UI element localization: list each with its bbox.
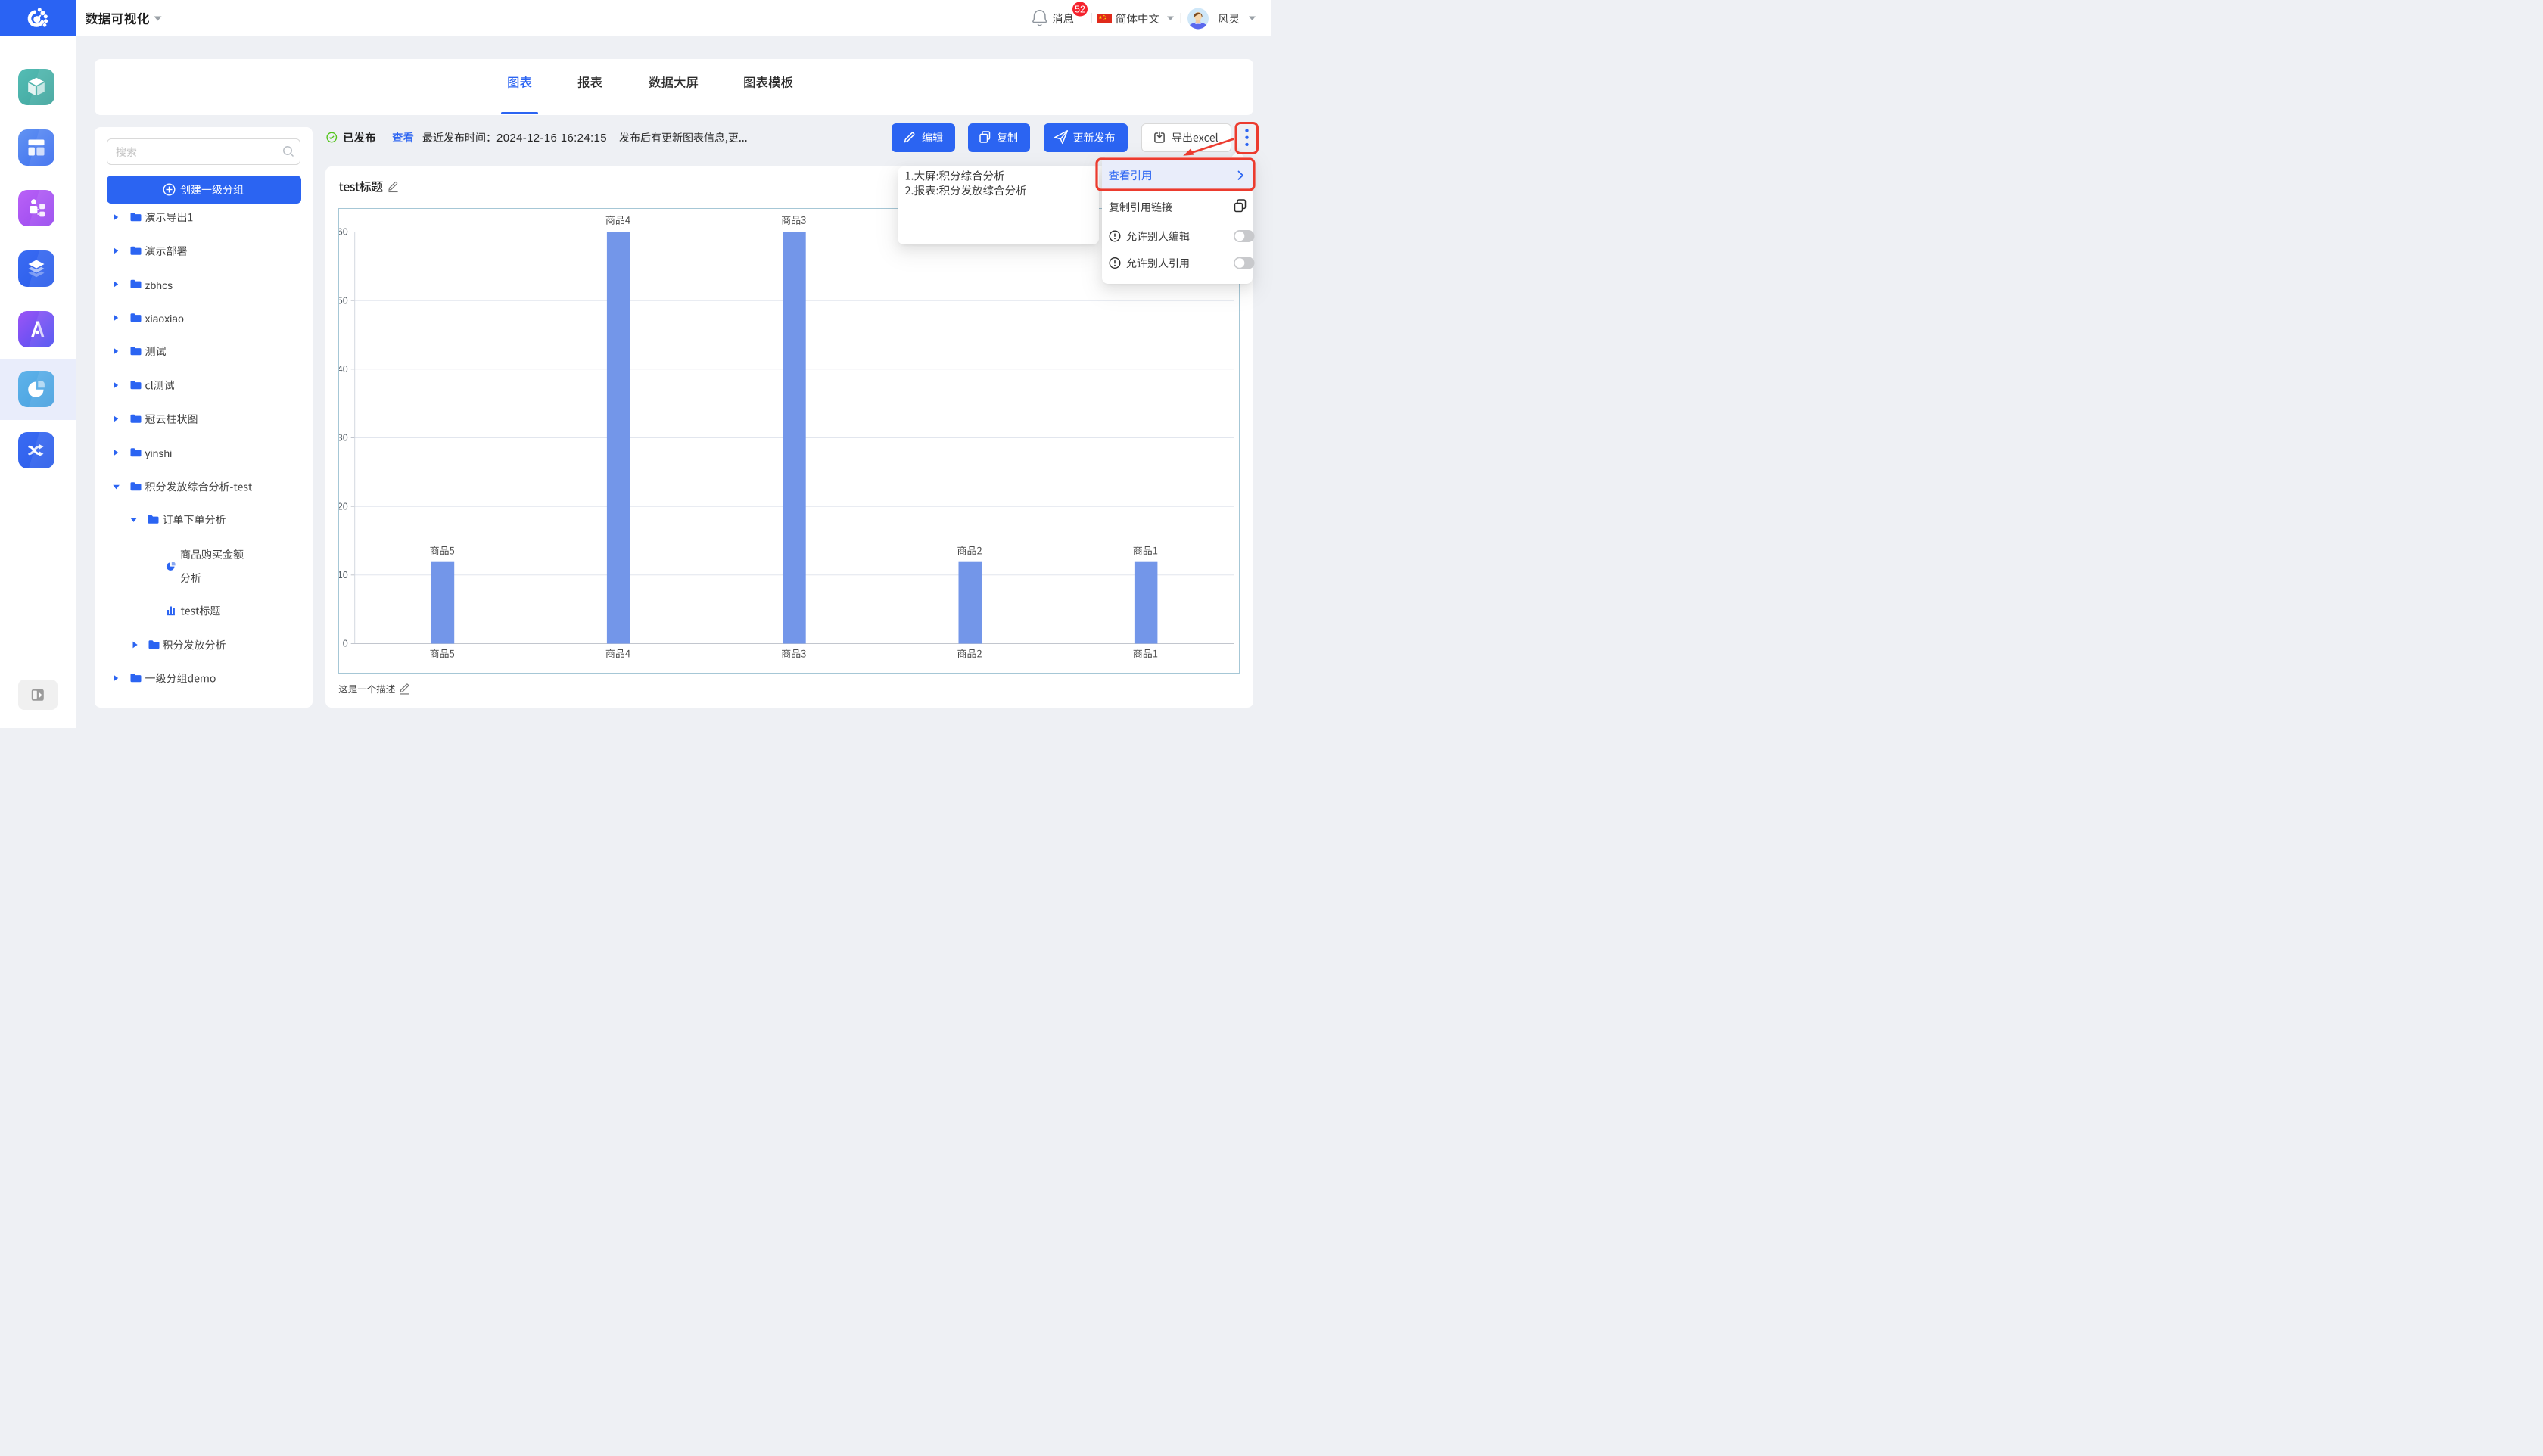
svg-text:30: 30	[339, 432, 348, 443]
svg-text:60: 60	[339, 226, 348, 237]
svg-text:40: 40	[339, 364, 348, 375]
svg-text:20: 20	[339, 501, 348, 512]
svg-text:10: 10	[339, 570, 348, 580]
svg-text:50: 50	[339, 295, 348, 306]
svg-text:0: 0	[343, 638, 348, 649]
